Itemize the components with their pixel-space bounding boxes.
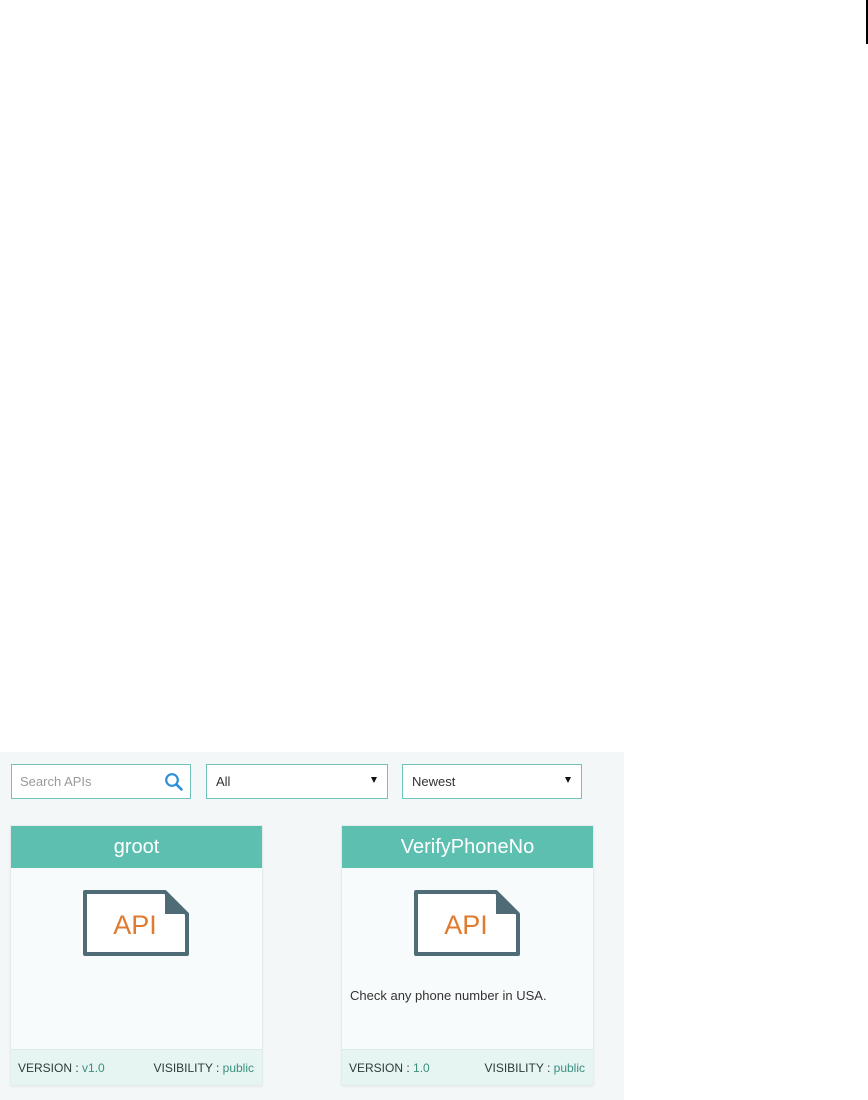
version-value: 1.0 — [413, 1061, 430, 1075]
api-card-groot[interactable]: groot API VERSION : v1.0 VISIBILITY : pu… — [11, 826, 262, 1085]
api-card-footer: VERSION : 1.0 VISIBILITY : public — [342, 1049, 593, 1085]
dropdown-arrow-icon — [371, 777, 377, 783]
search-box[interactable] — [11, 764, 191, 799]
visibility-label: VISIBILITY : — [484, 1061, 551, 1075]
category-select-value: All — [216, 774, 231, 789]
sort-select[interactable]: Newest — [402, 764, 582, 799]
visibility-value: public — [553, 1061, 585, 1075]
api-card-description: Check any phone number in USA. — [350, 988, 547, 1003]
visibility-info: VISIBILITY : public — [484, 1061, 585, 1075]
visibility-info: VISIBILITY : public — [153, 1061, 254, 1075]
api-card-footer: VERSION : v1.0 VISIBILITY : public — [11, 1049, 262, 1085]
api-logo-text: API — [113, 910, 157, 940]
visibility-value: public — [222, 1061, 254, 1075]
api-logo-text: API — [444, 910, 488, 940]
category-select[interactable]: All — [206, 764, 388, 799]
version-info: VERSION : 1.0 — [349, 1061, 430, 1075]
version-label: VERSION : — [349, 1061, 410, 1075]
sort-select-value: Newest — [412, 774, 456, 789]
search-input[interactable] — [12, 765, 160, 798]
search-icon[interactable] — [164, 772, 184, 792]
dropdown-arrow-icon — [565, 777, 571, 783]
api-card-title[interactable]: groot — [11, 826, 262, 868]
api-document-icon: API — [414, 890, 520, 956]
api-card-verifyphoneno[interactable]: VerifyPhoneNo API Check any phone number… — [342, 826, 593, 1085]
api-card-title[interactable]: VerifyPhoneNo — [342, 826, 593, 868]
api-document-icon: API — [83, 890, 189, 956]
visibility-label: VISIBILITY : — [153, 1061, 220, 1075]
version-label: VERSION : — [18, 1061, 79, 1075]
version-info: VERSION : v1.0 — [18, 1061, 105, 1075]
version-value: v1.0 — [82, 1061, 105, 1075]
